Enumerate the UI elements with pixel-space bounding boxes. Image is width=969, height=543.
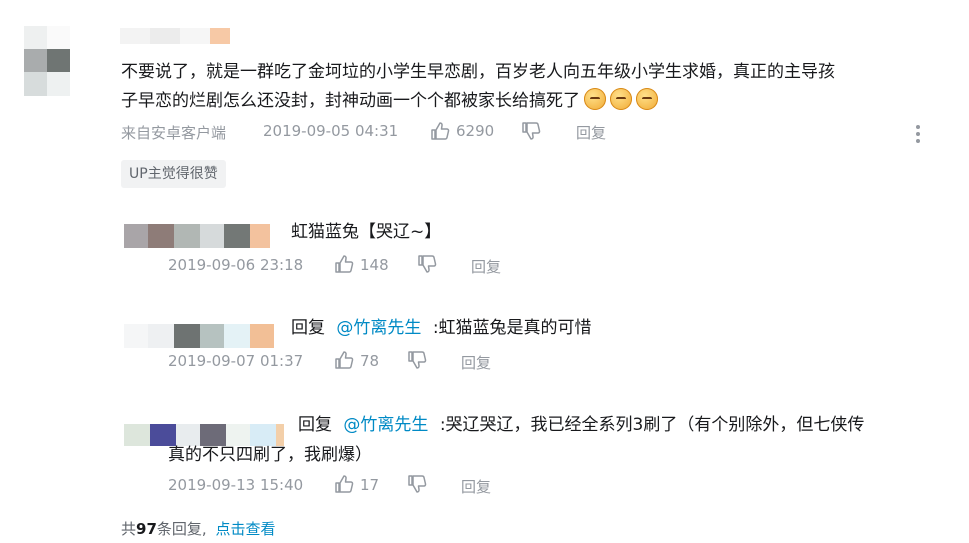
reply-count-number: 97 bbox=[136, 520, 157, 538]
thumb-down-icon[interactable] bbox=[521, 121, 541, 141]
view-replies-link[interactable]: 点击查看 bbox=[215, 520, 275, 538]
main-avatar[interactable] bbox=[24, 26, 70, 96]
thumb-up-icon[interactable] bbox=[334, 254, 354, 274]
main-comment-text: 不要说了，就是一群吃了金坷垃的小学生早恋剧，百岁老人向五年级小学生求婚，真正的主… bbox=[121, 58, 951, 116]
main-username-blurred[interactable] bbox=[120, 28, 230, 44]
reply-3-prefix: 回复 bbox=[298, 415, 332, 435]
reply-1-reply-button[interactable]: 回复 bbox=[471, 256, 501, 277]
reply-2-like-count: 78 bbox=[360, 352, 380, 370]
reply-2-timestamp: 2019-09-07 01:37 bbox=[168, 352, 304, 370]
reply-1-like-count: 148 bbox=[360, 256, 389, 274]
main-comment-line-2: 子早恋的烂剧怎么还没封，封神动画一个个都被家长给搞死了 bbox=[121, 91, 580, 111]
reply-1-timestamp: 2019-09-06 23:18 bbox=[168, 256, 304, 274]
reply-2-prefix: 回复 bbox=[291, 318, 325, 338]
sweat-emoji-icon bbox=[584, 88, 606, 110]
reply-3-text: :哭辽哭辽，我已经全系列3刷了（有个别除外，但七侠传 bbox=[439, 415, 865, 435]
grin-emoji-icon bbox=[610, 88, 632, 110]
grin-emoji-icon bbox=[636, 88, 658, 110]
up-liked-badge: UP主觉得很赞 bbox=[121, 160, 226, 188]
reply-count-prefix: 共 bbox=[121, 520, 137, 538]
reply-count-footer: 共97条回复, 点击查看 bbox=[121, 518, 275, 539]
reply-3-mention-link[interactable]: @竹离先生 bbox=[343, 415, 428, 435]
reply-1-text: 虹猫蓝兔【哭辽~】 bbox=[291, 222, 442, 242]
reply-2-mention-link[interactable]: @竹离先生 bbox=[336, 318, 421, 338]
thumb-down-icon[interactable] bbox=[417, 254, 437, 274]
main-comment-line-1: 不要说了，就是一群吃了金坷垃的小学生早恋剧，百岁老人向五年级小学生求婚，真正的主… bbox=[121, 62, 835, 82]
thumb-down-icon[interactable] bbox=[407, 350, 427, 370]
reply-count-suffix: 条回复, bbox=[156, 520, 207, 538]
main-timestamp: 2019-09-05 04:31 bbox=[263, 122, 399, 140]
thumb-down-icon[interactable] bbox=[407, 474, 427, 494]
thumb-up-icon[interactable] bbox=[430, 121, 450, 141]
reply-3-text-line-1: 回复 @竹离先生 :哭辽哭辽，我已经全系列3刷了（有个别除外，但七侠传 bbox=[298, 410, 864, 435]
main-source: 来自安卓客户端 bbox=[121, 124, 227, 142]
reply-2-text-line: 回复 @竹离先生 :虹猫蓝兔是真的可惜 bbox=[291, 313, 592, 338]
reply-2-user-blurred[interactable] bbox=[124, 324, 274, 348]
reply-3-text-line-2: 真的不只四刷了，我刷爆） bbox=[168, 445, 372, 465]
reply-3-like-count: 17 bbox=[360, 476, 380, 494]
reply-3-timestamp: 2019-09-13 15:40 bbox=[168, 476, 304, 494]
reply-2-reply-button[interactable]: 回复 bbox=[461, 352, 491, 373]
reply-2-text: :虹猫蓝兔是真的可惜 bbox=[432, 318, 592, 338]
main-reply-button[interactable]: 回复 bbox=[576, 122, 606, 143]
thumb-up-icon[interactable] bbox=[334, 350, 354, 370]
more-options-icon[interactable] bbox=[911, 123, 925, 145]
thumb-up-icon[interactable] bbox=[334, 474, 354, 494]
reply-3-reply-button[interactable]: 回复 bbox=[461, 476, 491, 497]
main-like-count: 6290 bbox=[456, 122, 495, 140]
reply-1-user-blurred[interactable] bbox=[124, 224, 270, 248]
